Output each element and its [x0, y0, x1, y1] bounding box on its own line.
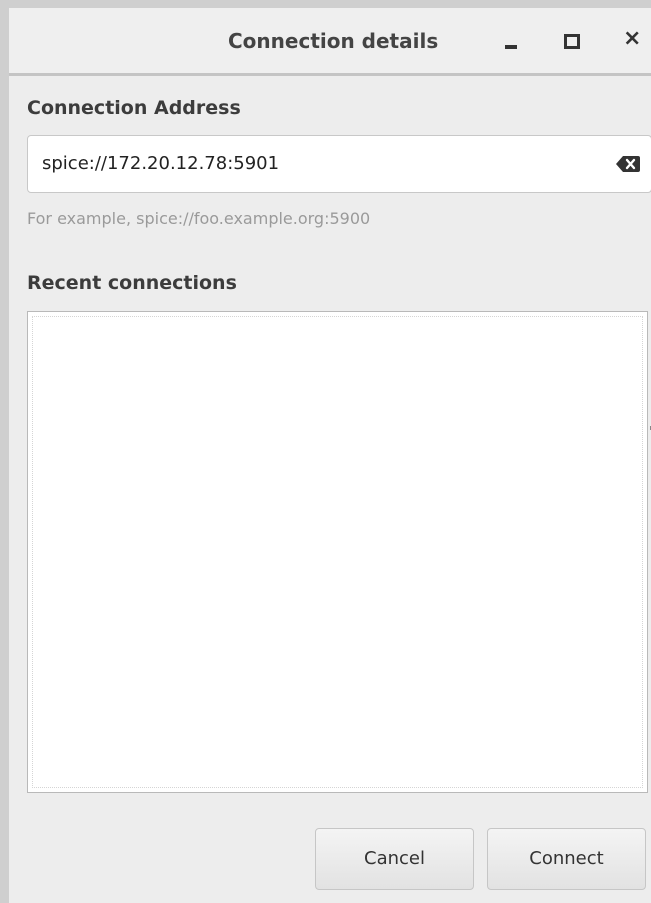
- recent-connections-list-area: [32, 316, 643, 788]
- close-icon: ×: [623, 26, 642, 51]
- recent-connections-label: Recent connections: [27, 272, 237, 294]
- maximize-button[interactable]: [555, 24, 589, 58]
- connection-dialog: Connection details × Connection Address …: [0, 0, 651, 903]
- cancel-button[interactable]: Cancel: [315, 828, 474, 890]
- maximize-icon: [564, 34, 580, 49]
- close-button[interactable]: ×: [614, 24, 648, 58]
- minimize-icon: [505, 45, 517, 49]
- connection-address-label: Connection Address: [27, 97, 241, 119]
- connection-address-value[interactable]: spice://172.20.12.78:5901: [42, 153, 279, 174]
- title-bar[interactable]: Connection details ×: [9, 8, 651, 76]
- minimize-button[interactable]: [494, 24, 528, 58]
- backspace-clear-icon[interactable]: [616, 154, 640, 174]
- window-title: Connection details: [228, 29, 439, 53]
- recent-connections-list[interactable]: [27, 311, 648, 793]
- connect-button[interactable]: Connect: [487, 828, 646, 890]
- address-example-hint: For example, spice://foo.example.org:590…: [27, 209, 371, 228]
- connection-address-input[interactable]: spice://172.20.12.78:5901: [27, 135, 651, 193]
